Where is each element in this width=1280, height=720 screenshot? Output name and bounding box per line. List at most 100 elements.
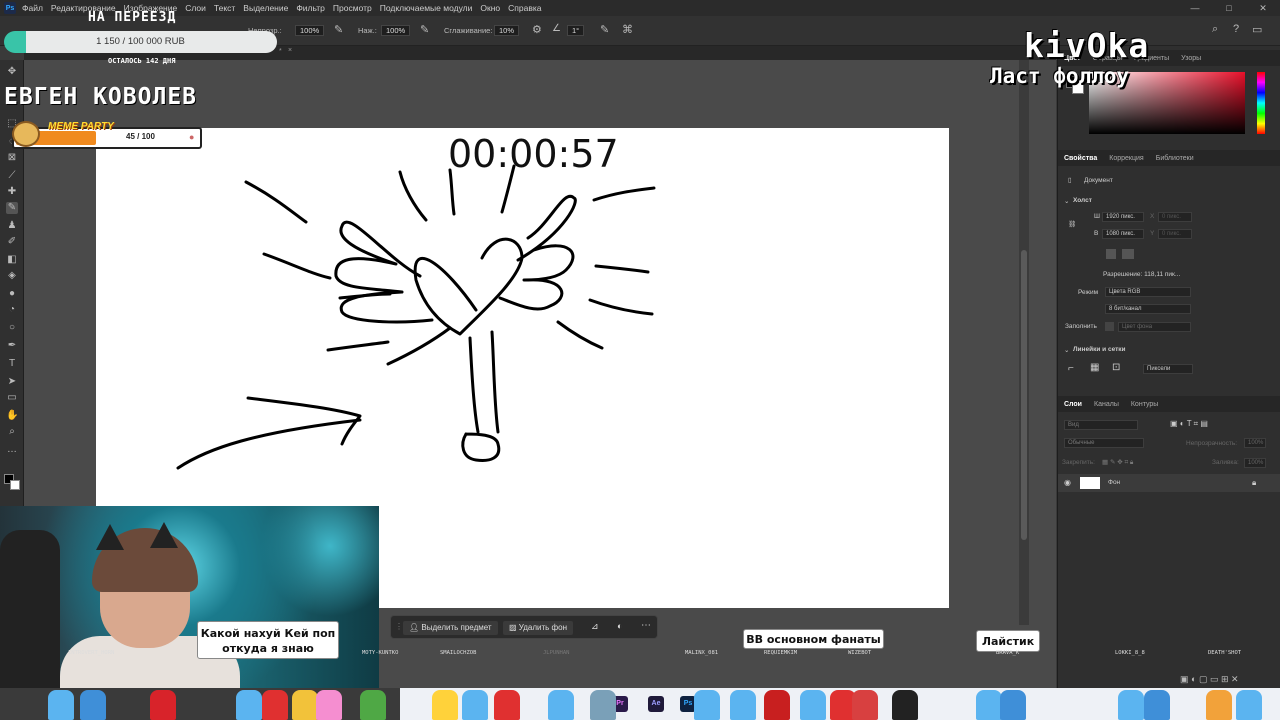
remove-background-button[interactable]: ▨ Удалить фон xyxy=(503,621,573,635)
frame-tool-icon[interactable]: ⊠ xyxy=(6,152,18,164)
chat-avatar xyxy=(548,690,574,720)
mode-select[interactable]: Цвета RGB xyxy=(1105,287,1191,297)
image-icon: ▨ xyxy=(509,623,519,632)
gradient-tool-icon[interactable]: ◈ xyxy=(6,270,18,282)
goal-amount: 1 150 / 100 000 RUB xyxy=(96,36,185,47)
opacity-field[interactable]: 100% xyxy=(295,25,325,36)
bit-depth-select[interactable]: 8 бит/канал xyxy=(1105,304,1191,314)
menu-file[interactable]: Файл xyxy=(22,3,43,13)
hue-slider[interactable] xyxy=(1257,72,1265,134)
visibility-eye-icon[interactable]: ◉ xyxy=(1064,478,1071,487)
tab-paths[interactable]: Контуры xyxy=(1131,401,1158,408)
grid-icon[interactable]: ▦ xyxy=(1090,362,1099,373)
blur-tool-icon[interactable]: ● xyxy=(6,288,18,300)
fill-select[interactable]: Цвет фона xyxy=(1118,322,1191,332)
menu-plugins[interactable]: Подключаемые модули xyxy=(380,3,473,13)
streamer-name: ЕВГЕН КОВОЛЕВ xyxy=(4,84,198,110)
chat-avatar xyxy=(892,690,918,720)
smoothing-field[interactable]: 10% xyxy=(494,25,520,36)
stamp-tool-icon[interactable]: ♟ xyxy=(6,220,18,232)
y-field[interactable]: 0 пикс. xyxy=(1158,229,1192,239)
layer-filter-icons[interactable]: ▣ ◐ T ⌗ ▤ xyxy=(1170,419,1208,429)
document-tab[interactable]: * xyxy=(279,48,282,55)
rectangle-tool-icon[interactable]: ▭ xyxy=(6,392,18,404)
pixel-grid-icon[interactable]: ⊡ xyxy=(1112,362,1120,373)
background-color-swatch[interactable] xyxy=(10,480,20,490)
layer-row[interactable]: ◉ Фон 🔒︎ xyxy=(1058,474,1280,492)
eraser-tool-icon[interactable]: ◧ xyxy=(6,254,18,266)
vertical-scrollbar[interactable] xyxy=(1019,60,1029,625)
airbrush-icon[interactable]: ✎ xyxy=(420,23,429,36)
height-field[interactable]: 1080 пикс. xyxy=(1102,229,1144,239)
eyedropper-tool-icon[interactable]: ⟋ xyxy=(6,170,18,182)
close-button[interactable]: ✕ xyxy=(1246,0,1280,16)
gear-icon[interactable]: ⚙ xyxy=(532,23,542,36)
pen-tool-icon[interactable]: ✒ xyxy=(6,340,18,352)
zoom-tool-icon[interactable]: ⌕ xyxy=(6,426,18,438)
chat-avatar xyxy=(432,690,458,720)
tab-libraries[interactable]: Библиотеки xyxy=(1156,155,1194,162)
more-tools-icon[interactable]: … xyxy=(6,444,18,456)
maximize-button[interactable]: □ xyxy=(1212,0,1246,16)
link-icon[interactable]: ⛓ xyxy=(1068,220,1076,228)
rulers-chevron-icon[interactable]: ⌄ xyxy=(1064,346,1069,354)
angle-field[interactable]: 1° xyxy=(567,25,585,36)
tab-channels[interactable]: Каналы xyxy=(1094,401,1119,408)
menu-filter[interactable]: Фильтр xyxy=(296,3,325,13)
help-icon[interactable]: ? xyxy=(1233,23,1239,35)
tab-patterns[interactable]: Узоры xyxy=(1181,55,1201,62)
menu-layers[interactable]: Слои xyxy=(185,3,206,13)
healing-tool-icon[interactable]: ✚ xyxy=(6,186,18,198)
blend-mode-select[interactable]: Обычные xyxy=(1064,438,1144,448)
ruler-icon[interactable]: ⌐ xyxy=(1068,363,1074,374)
pressure-size-icon[interactable]: ✎ xyxy=(600,23,609,36)
menu-select[interactable]: Выделение xyxy=(243,3,288,13)
menu-window[interactable]: Окно xyxy=(480,3,500,13)
menu-view[interactable]: Просмотр xyxy=(333,3,372,13)
adjust-icon[interactable]: ◐ xyxy=(617,621,622,631)
pressure-field[interactable]: 100% xyxy=(381,25,411,36)
crop-icon[interactable]: ⊿ xyxy=(591,621,599,632)
tab-adjustments[interactable]: Коррекция xyxy=(1109,155,1143,162)
workspace-icon[interactable]: ▭ xyxy=(1252,23,1262,36)
tab-properties[interactable]: Свойства xyxy=(1064,155,1097,162)
layer-opacity-field[interactable]: 100% xyxy=(1244,438,1266,448)
canvas-chevron-icon[interactable]: ⌄ xyxy=(1064,197,1069,205)
minimize-button[interactable]: — xyxy=(1178,0,1212,16)
history-brush-icon[interactable]: ✐ xyxy=(6,236,18,248)
more-options-icon[interactable]: ⋯ xyxy=(641,620,651,631)
chat-avatar xyxy=(462,690,488,720)
brush-tool-icon[interactable]: ✎ xyxy=(6,202,18,214)
photoshop-logo-icon: Ps xyxy=(4,2,16,14)
fill-swatch[interactable] xyxy=(1105,322,1114,331)
layer-filter-field[interactable]: Вид xyxy=(1064,420,1138,430)
layers-panel-tabs: Слои Каналы Контуры xyxy=(1058,396,1280,412)
dodge-tool-icon[interactable]: ◔ xyxy=(6,304,18,316)
type-tool-icon[interactable]: T xyxy=(6,358,18,370)
move-tool-icon[interactable]: ✥ xyxy=(6,66,18,78)
portrait-icon[interactable] xyxy=(1106,249,1116,259)
search-icon[interactable]: ⌕ xyxy=(1212,23,1218,36)
hand-tool-icon[interactable]: ✋ xyxy=(6,410,18,422)
chatter-name: DEATH'SHOT xyxy=(1208,650,1242,656)
x-field[interactable]: 0 пикс. xyxy=(1158,212,1192,222)
path-select-icon[interactable]: ➤ xyxy=(6,376,18,388)
chat-avatar xyxy=(1118,690,1144,720)
select-subject-button[interactable]: 👤︎ Выделить предмет xyxy=(403,621,498,635)
cat-ear-right xyxy=(150,522,178,548)
close-tab-icon[interactable]: × xyxy=(288,47,292,54)
landscape-icon[interactable] xyxy=(1122,249,1134,259)
pressure-opacity-icon[interactable]: ✎ xyxy=(334,23,343,36)
symmetry-icon[interactable]: ⌘ xyxy=(622,23,633,36)
tab-layers[interactable]: Слои xyxy=(1064,401,1082,408)
menu-help[interactable]: Справка xyxy=(508,3,541,13)
chat-avatar xyxy=(1236,690,1262,720)
dodge2-tool-icon[interactable]: ○ xyxy=(6,322,18,334)
drag-handle-icon[interactable]: ⋮ xyxy=(395,622,403,631)
lock-icons[interactable]: ▦ ✎ ✥ ⌗ 🔒︎ xyxy=(1102,458,1133,467)
width-field[interactable]: 1920 пикс. xyxy=(1102,212,1144,222)
menu-type[interactable]: Текст xyxy=(214,3,235,13)
units-select[interactable]: Пиксели xyxy=(1143,364,1193,374)
scrollbar-thumb[interactable] xyxy=(1021,250,1027,540)
fill-opacity-field[interactable]: 100% xyxy=(1244,458,1266,468)
